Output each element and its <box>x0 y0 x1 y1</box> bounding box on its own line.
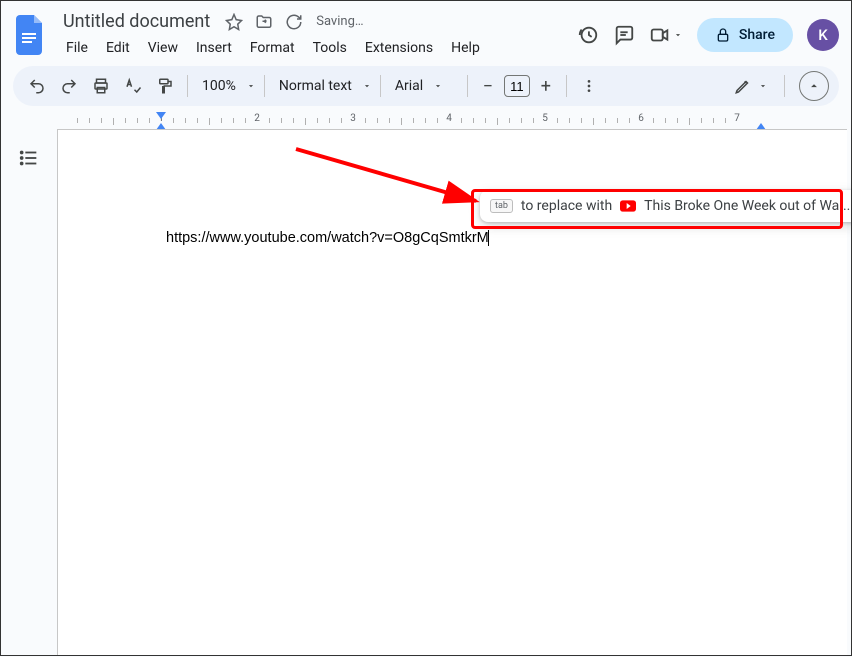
menu-extensions[interactable]: Extensions <box>358 36 440 60</box>
save-status: Saving… <box>316 14 363 29</box>
more-tools-button[interactable] <box>575 72 603 100</box>
title-bar: Untitled document Saving… File Edit View… <box>1 1 851 60</box>
ruler-number: 2 <box>254 113 260 124</box>
move-folder-icon[interactable] <box>254 12 274 32</box>
ruler-number: 4 <box>446 113 452 124</box>
font-size-decrease[interactable]: − <box>476 74 500 98</box>
menu-bar: File Edit View Insert Format Tools Exten… <box>59 34 569 60</box>
document-body-text[interactable]: https://www.youtube.com/watch?v=O8gCqSmt… <box>166 230 489 246</box>
chip-prompt-text: to replace with <box>521 198 612 214</box>
zoom-value: 100% <box>196 78 242 94</box>
spellcheck-button[interactable] <box>119 72 147 100</box>
text-cursor <box>488 230 489 246</box>
collapse-toolbar-button[interactable] <box>799 71 829 101</box>
tab-key-icon: tab <box>490 199 513 213</box>
history-icon[interactable] <box>577 24 599 46</box>
ruler-number: 6 <box>638 113 644 124</box>
cloud-status-icon[interactable] <box>284 12 304 32</box>
menu-tools[interactable]: Tools <box>306 36 354 60</box>
ruler-number: 5 <box>542 113 548 124</box>
menu-file[interactable]: File <box>59 36 95 60</box>
menu-insert[interactable]: Insert <box>189 36 239 60</box>
chevron-down-icon <box>246 81 256 91</box>
font-dropdown[interactable]: Arial <box>389 78 459 94</box>
editing-mode-dropdown[interactable] <box>726 77 776 95</box>
document-page[interactable]: https://www.youtube.com/watch?v=O8gCqSmt… <box>57 129 847 655</box>
avatar[interactable]: K <box>807 19 839 51</box>
paint-format-button[interactable] <box>151 72 179 100</box>
left-indent-marker[interactable] <box>156 112 166 119</box>
meet-icon[interactable] <box>649 24 683 46</box>
star-icon[interactable] <box>224 12 244 32</box>
ruler[interactable]: 1234567 <box>1 114 851 128</box>
comment-icon[interactable] <box>613 24 635 46</box>
zoom-dropdown[interactable]: 100% <box>196 78 256 94</box>
font-size-control: − + <box>476 74 558 98</box>
font-size-increase[interactable]: + <box>534 74 558 98</box>
docs-logo-icon[interactable] <box>13 17 49 53</box>
menu-view[interactable]: View <box>141 36 185 60</box>
share-label: Share <box>739 27 775 43</box>
chevron-down-icon <box>758 81 768 91</box>
outline-toggle-button[interactable] <box>18 147 40 655</box>
style-value: Normal text <box>273 78 358 94</box>
menu-help[interactable]: Help <box>444 36 487 60</box>
chevron-down-icon <box>433 81 443 91</box>
smart-chip-suggestion[interactable]: tab to replace with This Broke One Week … <box>480 190 851 222</box>
youtube-icon <box>620 200 636 212</box>
lock-icon <box>715 27 731 43</box>
ruler-number: 3 <box>350 113 356 124</box>
toolbar: 100% Normal text Arial − + <box>13 66 839 106</box>
style-dropdown[interactable]: Normal text <box>273 78 372 94</box>
menu-format[interactable]: Format <box>243 36 302 60</box>
chip-link-title: This Broke One Week out of Wa... <box>644 198 850 214</box>
undo-button[interactable] <box>23 72 51 100</box>
pencil-icon <box>734 77 752 95</box>
menu-edit[interactable]: Edit <box>99 36 137 60</box>
print-button[interactable] <box>87 72 115 100</box>
font-value: Arial <box>389 78 429 94</box>
font-size-input[interactable] <box>504 75 530 97</box>
ruler-number: 7 <box>734 113 740 124</box>
redo-button[interactable] <box>55 72 83 100</box>
document-title[interactable]: Untitled document <box>59 9 214 34</box>
share-button[interactable]: Share <box>697 18 793 52</box>
chevron-down-icon <box>362 81 372 91</box>
